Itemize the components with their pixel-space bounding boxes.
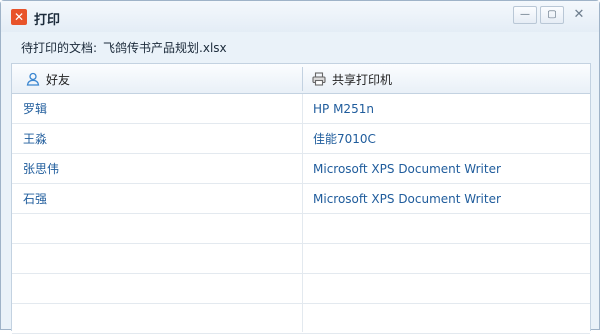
close-button[interactable]: ✕ — [567, 6, 591, 24]
empty-row — [12, 244, 590, 274]
shared-printer-table: 好友 共享打印机 罗辑 HP M251n 王淼 佳能7010C 张思伟 Micr… — [11, 63, 591, 334]
title-bar[interactable]: ✕ 打印 — ▢ ✕ — [1, 1, 599, 32]
user-icon — [26, 72, 40, 86]
table-row[interactable]: 罗辑 HP M251n — [12, 94, 590, 124]
window-controls: — ▢ ✕ — [513, 6, 591, 24]
window-title: 打印 — [34, 13, 61, 28]
app-logo-icon: ✕ — [11, 9, 27, 25]
friend-name: 罗辑 — [23, 102, 48, 116]
table-row[interactable]: 王淼 佳能7010C — [12, 124, 590, 154]
table-row[interactable]: 石强 Microsoft XPS Document Writer — [12, 184, 590, 214]
table-row[interactable]: 张思伟 Microsoft XPS Document Writer — [12, 154, 590, 184]
printer-name: Microsoft XPS Document Writer — [313, 162, 501, 176]
empty-row — [12, 214, 590, 244]
column-header-friend[interactable]: 好友 — [26, 64, 296, 94]
friend-name: 石强 — [23, 192, 48, 206]
printer-name: HP M251n — [313, 102, 374, 116]
friend-name: 王淼 — [23, 132, 48, 146]
document-label: 待打印的文档: — [21, 41, 98, 55]
document-name: 飞鸽传书产品规划.xlsx — [103, 41, 227, 55]
print-dialog: ✕ 打印 — ▢ ✕ 待打印的文档: 飞鸽传书产品规划.xlsx 好友 共享打印… — [0, 0, 600, 334]
minimize-button[interactable]: — — [513, 6, 537, 24]
friend-name: 张思伟 — [23, 162, 60, 176]
document-info: 待打印的文档: 飞鸽传书产品规划.xlsx — [21, 39, 227, 56]
column-header-printer[interactable]: 共享打印机 — [312, 64, 582, 94]
column-header-printer-label: 共享打印机 — [332, 72, 393, 87]
table-header: 好友 共享打印机 — [12, 64, 590, 94]
maximize-button[interactable]: ▢ — [540, 6, 564, 24]
column-header-friend-label: 好友 — [46, 72, 71, 87]
empty-row — [12, 274, 590, 304]
printer-icon — [312, 72, 326, 86]
printer-name: 佳能7010C — [313, 132, 376, 146]
printer-name: Microsoft XPS Document Writer — [313, 192, 501, 206]
header-divider[interactable] — [302, 67, 303, 91]
